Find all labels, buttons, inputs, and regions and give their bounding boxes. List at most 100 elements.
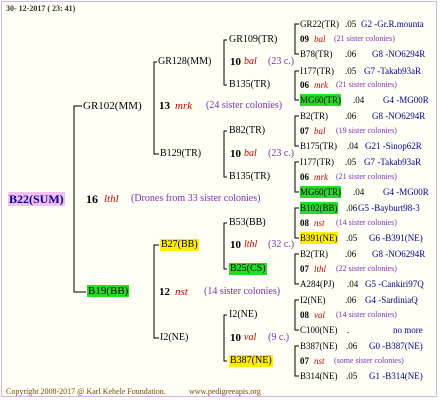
gen4-origin: G4 -MG00R <box>383 95 429 105</box>
gen4-year: .05 <box>345 19 357 29</box>
gen4-queen[interactable]: B391(NE) <box>300 232 338 244</box>
sire-note: (24 sister colonies) <box>206 100 283 111</box>
gen4-queen[interactable]: C100(NE) <box>300 324 338 336</box>
sd-note: (23 c.) <box>268 148 295 159</box>
gen4-year: .04 <box>347 279 359 289</box>
gen3-queen[interactable]: B387(NE) <box>229 355 273 367</box>
gen4-queen[interactable]: I177(TR) <box>300 65 334 77</box>
gen4-origin: G8 -NO6294R <box>372 249 426 259</box>
ss-note: (23 c.) <box>268 56 295 67</box>
gen4-year: .06 <box>345 295 357 305</box>
gen4-breed: nst <box>314 218 325 228</box>
gen4-origin: G0 -B387(NE) <box>369 341 423 351</box>
gen3-queen[interactable]: B82(TR) <box>229 125 265 137</box>
gen4-queen[interactable]: I2(NE) <box>300 294 326 306</box>
gen4-year: . <box>347 325 350 335</box>
gen4-breed: nst <box>314 356 325 366</box>
gen4-note: (21 sister colonies) <box>336 80 397 89</box>
gen4-origin: G4 -MG00R <box>383 187 429 197</box>
gen4-queen[interactable]: B78(TR) <box>300 48 333 60</box>
gen4-queen[interactable]: I177(TR) <box>300 156 334 168</box>
gen4-queen[interactable]: B2(TR) <box>300 248 328 260</box>
footer-url[interactable]: www.pedigreeapis.org <box>189 386 261 398</box>
sire-breed: mrk <box>175 100 193 112</box>
sd-queen[interactable]: B129(TR) <box>160 148 201 160</box>
root-note: (Drones from 33 sister colonies) <box>131 193 261 204</box>
gen4-queen[interactable]: GR22(TR) <box>300 18 339 30</box>
ss-queen[interactable]: GR128(MM) <box>158 56 211 68</box>
gen4-num: 06 <box>300 80 309 90</box>
gen4-origin: G6 -B391(NE) <box>369 233 423 243</box>
gen4-year: .05 <box>345 66 357 76</box>
gen4-breed: mrk <box>314 172 328 182</box>
dd-queen[interactable]: I2(NE) <box>160 332 188 344</box>
ds-num: 10 <box>230 239 241 251</box>
dd-num: 10 <box>230 332 241 344</box>
gen4-year: .04 <box>353 187 365 197</box>
root-breed: lthl <box>104 193 119 205</box>
gen4-num: 07 <box>300 264 309 274</box>
gen4-year: .05 <box>346 233 358 243</box>
gen4-breed: bal <box>314 34 326 44</box>
gen3-queen[interactable]: I2(NE) <box>229 309 257 321</box>
gen4-queen[interactable]: B2(TR) <box>300 110 328 122</box>
gen4-year: .04 <box>353 95 365 105</box>
gen4-year: .06 <box>346 341 358 351</box>
gen4-note: (21 sister colonies) <box>334 34 395 43</box>
ds-breed: lthl <box>244 239 258 250</box>
sd-breed: bal <box>244 148 257 159</box>
gen4-note: (some sister colonies) <box>334 356 404 365</box>
ds-queen[interactable]: B27(BB) <box>160 239 199 251</box>
gen4-note: (14 sister colonies) <box>336 218 397 227</box>
gen4-origin: G8 -NO6294R <box>372 49 426 59</box>
ss-breed: bal <box>244 56 257 67</box>
gen4-year: .04 <box>347 141 359 151</box>
gen4-queen[interactable]: B387(NE) <box>300 340 338 352</box>
gen4-year: .06 <box>345 249 357 259</box>
gen3-queen[interactable]: B25(CS) <box>229 263 267 275</box>
gen4-num: 09 <box>300 34 309 44</box>
ss-num: 10 <box>230 56 241 68</box>
gen3-queen[interactable]: GR109(TR) <box>229 34 277 46</box>
gen4-queen[interactable]: MG60(TR) <box>300 186 341 198</box>
gen3-queen[interactable]: B135(TR) <box>229 171 270 183</box>
gen4-num: 06 <box>300 172 309 182</box>
gen4-origin: G7 -Takab93aR <box>364 157 422 167</box>
gen4-year: .06 <box>345 49 357 59</box>
dam-queen[interactable]: B19(BB) <box>87 285 130 297</box>
dam-num: 12 <box>159 286 170 298</box>
gen4-note: (22 sister colonies) <box>336 264 397 273</box>
sd-num: 10 <box>230 148 241 160</box>
gen4-origin: no more <box>393 325 423 335</box>
dam-breed: nst <box>175 286 188 298</box>
gen4-origin: G2 -Gr.R.mounta <box>361 19 424 29</box>
gen4-origin: G5 -Cankiri97Q <box>365 279 424 289</box>
gen3-queen[interactable]: B53(BB) <box>229 217 266 229</box>
gen4-num: 08 <box>300 310 309 320</box>
gen4-queen[interactable]: B314(NE) <box>300 370 338 382</box>
gen4-note: (19 sister colonies) <box>336 126 397 135</box>
gen4-breed: mrk <box>314 80 328 90</box>
gen4-note: (14 sister colonies) <box>336 310 397 319</box>
gen4-origin: G7 -Takab93aR <box>364 66 422 76</box>
gen4-num: 08 <box>300 218 309 228</box>
gen3-queen[interactable]: B135(TR) <box>229 79 270 91</box>
gen4-num: 07 <box>300 356 309 366</box>
gen4-queen[interactable]: B102(BB) <box>300 202 338 214</box>
gen4-num: 07 <box>300 126 309 136</box>
gen4-queen[interactable]: B175(TR) <box>300 140 337 152</box>
gen4-origin: G4 -SardiniaQ <box>365 295 418 305</box>
gen4-origin: G8 -NO6294R <box>372 111 426 121</box>
sire-queen[interactable]: GR102(MM) <box>83 100 142 112</box>
gen4-origin: G5 -Bayburt98-3 <box>358 203 420 213</box>
gen4-origin: G21 -Sinop62R <box>365 141 422 151</box>
gen4-breed: lthl <box>314 264 327 274</box>
dam-note: (14 sister colonies) <box>204 286 281 297</box>
gen4-queen[interactable]: MG60(TR) <box>300 94 341 106</box>
copyright: Copyright 2008-2017 @ Karl Kehele Founda… <box>6 387 166 396</box>
gen4-queen[interactable]: A284(PJ) <box>300 278 335 290</box>
gen4-year: .05 <box>345 157 357 167</box>
sire-num: 13 <box>159 100 170 112</box>
ds-note: (32 c.) <box>268 239 295 250</box>
root-queen[interactable]: B22(SUM) <box>8 192 65 206</box>
